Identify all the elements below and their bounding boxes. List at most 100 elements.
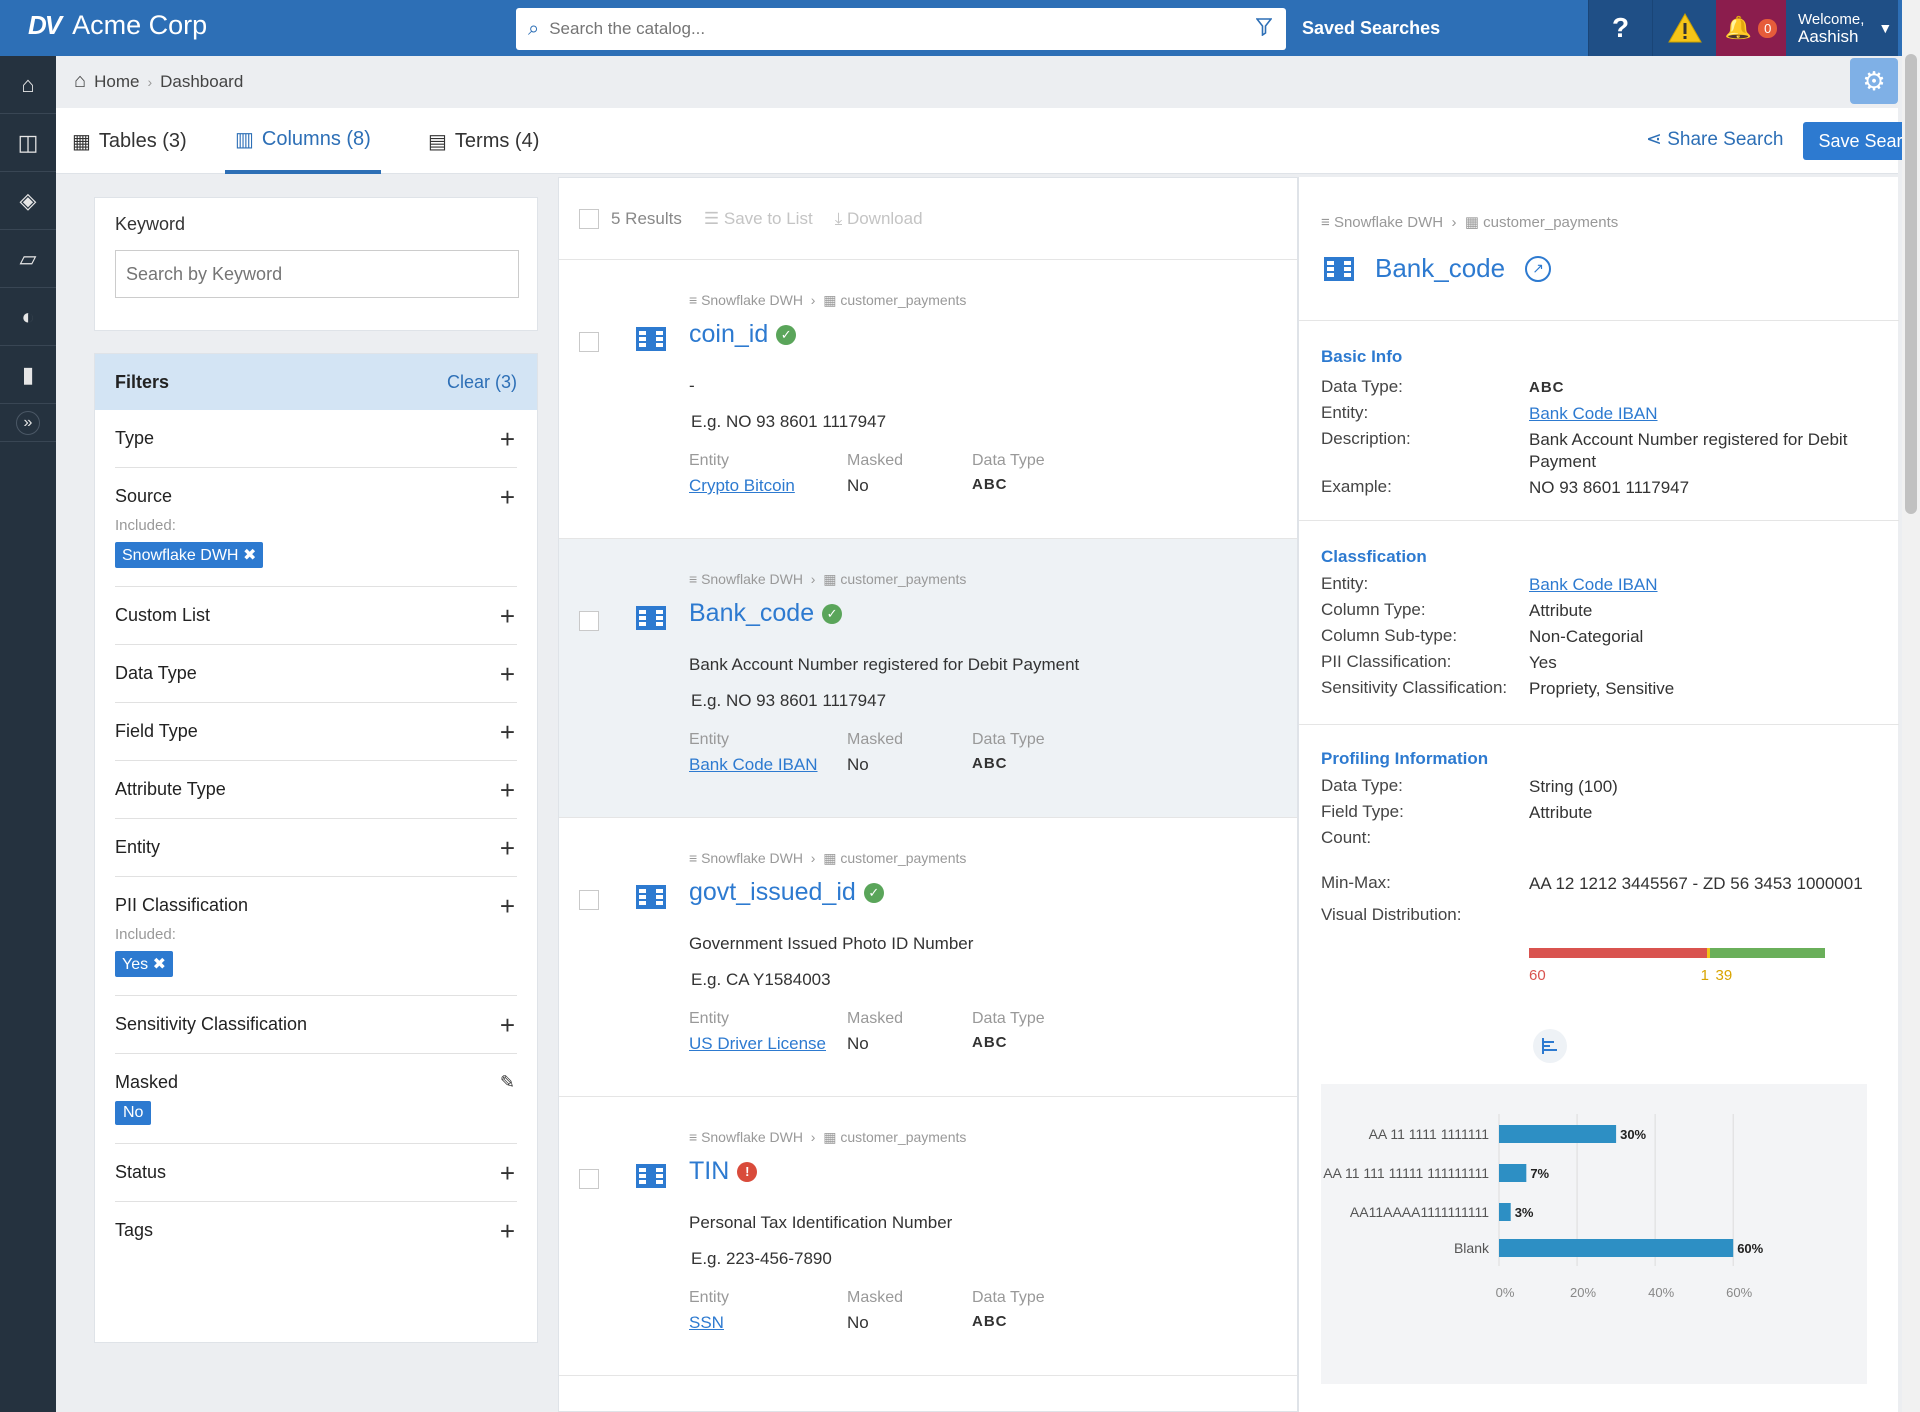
result-item[interactable]: ≡ Snowflake DWH › ▦ customer_payments go…	[559, 818, 1297, 1097]
sidebar-item-lineage[interactable]: ◈	[0, 172, 56, 230]
plus-icon[interactable]: +	[500, 775, 515, 806]
plus-icon[interactable]: +	[500, 1216, 515, 1247]
result-checkbox[interactable]	[579, 611, 599, 631]
filter-chip-masked[interactable]: No	[115, 1101, 152, 1125]
result-name[interactable]: govt_issued_id ✓	[689, 878, 884, 907]
plus-icon[interactable]: +	[500, 1010, 515, 1041]
count-label-red: 60	[1529, 967, 1546, 984]
help-button[interactable]: ?	[1588, 0, 1652, 56]
filter-status[interactable]: Status +	[115, 1144, 517, 1202]
tab-tables[interactable]: ▦ Tables (3)	[72, 108, 187, 174]
tab-columns[interactable]: ▥ Columns (8)	[225, 108, 381, 174]
scrollbar-thumb[interactable]	[1905, 54, 1917, 514]
filter-icon[interactable]	[1255, 18, 1273, 41]
entity-link[interactable]: Bank Code IBAN	[689, 755, 818, 775]
select-all-checkbox[interactable]	[579, 208, 599, 229]
download-button[interactable]: ⤓ Download	[835, 209, 923, 229]
filter-pii[interactable]: PII Classification + Included: Yes ✖	[115, 877, 517, 996]
filter-sensitivity[interactable]: Sensitivity Classification +	[115, 996, 517, 1054]
filter-entity[interactable]: Entity +	[115, 819, 517, 877]
plus-icon[interactable]: +	[500, 1158, 515, 1189]
result-item[interactable]: ≡ Snowflake DWH › ▦ customer_payments co…	[559, 260, 1297, 539]
logo[interactable]: DV Acme Corp	[28, 10, 207, 41]
result-table[interactable]: customer_payments	[840, 850, 966, 866]
detail-source[interactable]: Snowflake DWH	[1334, 214, 1443, 231]
plus-icon[interactable]: +	[500, 717, 515, 748]
share-search-button[interactable]: ⋖ Share Search	[1646, 128, 1783, 151]
plus-icon[interactable]: +	[500, 833, 515, 864]
masked-value: No	[847, 1313, 869, 1332]
plus-icon[interactable]: +	[500, 601, 515, 632]
result-source[interactable]: Snowflake DWH	[701, 292, 803, 308]
detail-table[interactable]: customer_payments	[1483, 214, 1618, 231]
result-item[interactable]: ≡ Snowflake DWH › ▦ customer_payments Ba…	[559, 539, 1297, 818]
result-checkbox[interactable]	[579, 1169, 599, 1189]
filter-label: Attribute Type	[115, 779, 226, 799]
external-link-icon[interactable]: ↗	[1525, 255, 1552, 282]
filter-masked[interactable]: Masked ✎ No	[115, 1054, 517, 1144]
sidebar-item-home[interactable]: ⌂	[0, 56, 56, 114]
catalog-search-input[interactable]	[549, 19, 1210, 39]
visual-distribution-button[interactable]	[1533, 1029, 1567, 1063]
sidebar-item-dashboard[interactable]: ◐	[0, 288, 56, 346]
filter-data-type[interactable]: Data Type +	[115, 645, 517, 703]
filter-source[interactable]: Source + Included: Snowflake DWH ✖	[115, 468, 517, 587]
user-menu[interactable]: Welcome, Aashish ▼	[1786, 0, 1898, 56]
plus-icon[interactable]: +	[500, 659, 515, 690]
save-to-list-button[interactable]: ☰ Save to List	[704, 209, 813, 229]
plus-icon[interactable]: +	[500, 482, 515, 513]
filter-tags[interactable]: Tags +	[115, 1202, 517, 1259]
detail-value: Propriety, Sensitive	[1529, 679, 1675, 698]
data-type-value: ABC	[972, 1034, 1008, 1051]
filter-type[interactable]: Type +	[115, 410, 517, 468]
result-checkbox[interactable]	[579, 332, 599, 352]
bar-value-label: 30%	[1620, 1127, 1646, 1142]
result-source[interactable]: Snowflake DWH	[701, 850, 803, 866]
notifications-button[interactable]: 🔔 0	[1716, 0, 1786, 56]
close-icon[interactable]: ✖	[153, 956, 166, 973]
filter-label: Source	[115, 486, 173, 506]
pencil-icon[interactable]: ✎	[500, 1072, 515, 1093]
result-table[interactable]: customer_payments	[840, 1129, 966, 1145]
result-table[interactable]: customer_payments	[840, 292, 966, 308]
result-breadcrumb: ≡ Snowflake DWH › ▦ customer_payments	[689, 850, 967, 866]
entity-link[interactable]: US Driver License	[689, 1034, 826, 1054]
clear-filters-link[interactable]: Clear (3)	[447, 372, 517, 393]
filter-field-type[interactable]: Field Type +	[115, 703, 517, 761]
sidebar-item-glossary[interactable]: ▱	[0, 230, 56, 288]
breadcrumb-home[interactable]: Home	[94, 72, 139, 92]
filter-chip-source[interactable]: Snowflake DWH ✖	[115, 542, 264, 568]
saved-searches-link[interactable]: Saved Searches	[1302, 18, 1440, 39]
sidebar-item-bookmarks[interactable]: ▮	[0, 346, 56, 404]
detail-value[interactable]: Bank Code IBAN	[1529, 574, 1869, 596]
result-source[interactable]: Snowflake DWH	[701, 571, 803, 587]
filter-chip-pii[interactable]: Yes ✖	[115, 951, 173, 977]
result-description: Bank Account Number registered for Debit…	[689, 655, 1080, 674]
entity-link[interactable]: Crypto Bitcoin	[689, 476, 795, 496]
result-name[interactable]: coin_id ✓	[689, 320, 797, 349]
close-icon[interactable]: ✖	[243, 547, 256, 564]
entity-link[interactable]: SSN	[689, 1313, 724, 1333]
result-checkbox[interactable]	[579, 890, 599, 910]
sidebar-item-catalog[interactable]: ◫	[0, 114, 56, 172]
plus-icon[interactable]: +	[500, 424, 515, 455]
page-scrollbar[interactable]	[1902, 0, 1920, 1412]
sidebar-expand[interactable]: »	[0, 404, 56, 442]
filter-attribute-type[interactable]: Attribute Type +	[115, 761, 517, 819]
filter-custom-list[interactable]: Custom List +	[115, 587, 517, 645]
filter-label: Masked	[115, 1072, 179, 1092]
alerts-button[interactable]	[1652, 0, 1716, 56]
result-name[interactable]: Bank_code ✓	[689, 599, 843, 628]
result-table[interactable]: customer_payments	[840, 571, 966, 587]
tab-terms[interactable]: ▤ Terms (4)	[428, 108, 539, 174]
bell-icon: 🔔	[1724, 15, 1753, 40]
plus-icon[interactable]: +	[500, 891, 515, 922]
keyword-input[interactable]	[115, 250, 519, 298]
detail-value[interactable]: Bank Code IBAN	[1529, 403, 1869, 425]
result-source[interactable]: Snowflake DWH	[701, 1129, 803, 1145]
catalog-search[interactable]: ⌕	[516, 8, 1286, 50]
result-name[interactable]: TIN!	[689, 1157, 758, 1186]
result-item[interactable]: ≡ Snowflake DWH › ▦ customer_payments TI…	[559, 1097, 1297, 1376]
detail-key: Description:	[1321, 429, 1411, 448]
settings-button[interactable]: ⚙	[1850, 58, 1898, 104]
